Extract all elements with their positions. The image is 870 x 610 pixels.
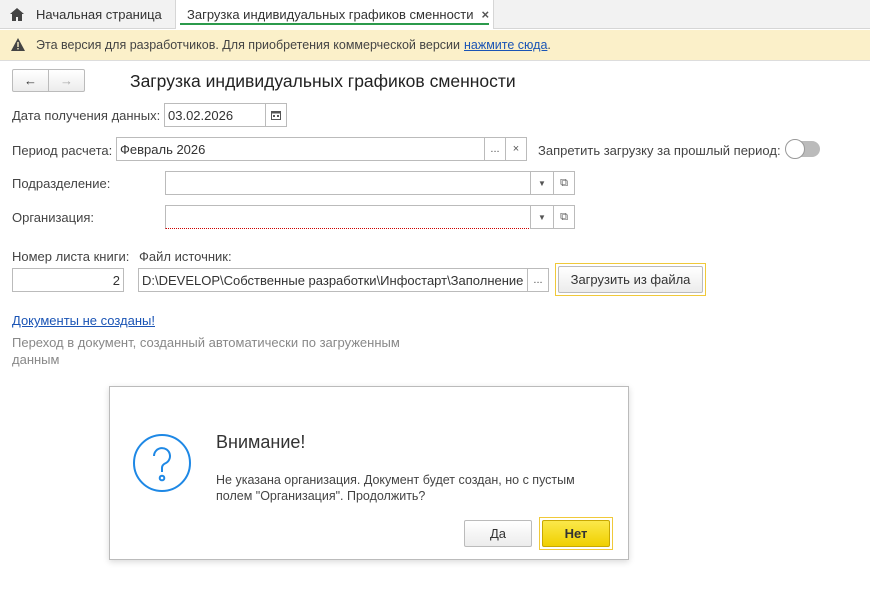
tab-label: Начальная страница <box>36 7 162 22</box>
tab-home[interactable]: Начальная страница <box>10 0 173 29</box>
tab-label: Загрузка индивидуальных графиков сменнос… <box>187 7 474 22</box>
dialog-title: Внимание! <box>216 432 306 452</box>
active-tab-indicator <box>180 23 489 25</box>
sheet-input[interactable]: 2 <box>12 268 124 292</box>
forbid-label: Запретить загрузку за прошлый период: <box>538 143 781 158</box>
file-label: Файл источник: <box>139 249 232 264</box>
developer-banner: Эта версия для разработчиков. Для приобр… <box>0 30 870 61</box>
department-dropdown-button[interactable]: ▼ <box>530 171 554 195</box>
period-input[interactable]: Февраль 2026 <box>116 137 486 161</box>
home-icon <box>10 8 24 21</box>
load-from-file-button[interactable]: Загрузить из файла <box>558 266 703 293</box>
documents-link[interactable]: Документы не созданы! <box>12 313 155 328</box>
yes-button[interactable]: Да <box>464 520 532 547</box>
open-icon: ⧉ <box>560 210 568 223</box>
calendar-button[interactable] <box>265 103 287 127</box>
calendar-icon <box>271 111 281 120</box>
page-title: Загрузка индивидуальных графиков сменнос… <box>130 71 516 91</box>
department-input[interactable] <box>165 171 531 195</box>
hint-text: Переход в документ, созданный автоматиче… <box>12 335 400 367</box>
close-icon[interactable]: × <box>482 7 490 22</box>
forward-button[interactable]: → <box>48 69 85 92</box>
organization-label: Организация: <box>12 210 95 225</box>
forbid-toggle[interactable] <box>785 139 820 159</box>
tab-schedule-import[interactable]: Загрузка индивидуальных графиков сменнос… <box>175 0 494 29</box>
no-button[interactable]: Нет <box>542 520 610 547</box>
buy-link[interactable]: нажмите сюда <box>464 38 547 52</box>
period-select-button[interactable]: ... <box>484 137 506 161</box>
file-input[interactable]: D:\DEVELOP\Собственные разработки\Инфост… <box>138 268 528 292</box>
open-icon: ⧉ <box>560 176 568 189</box>
department-open-button[interactable]: ⧉ <box>553 171 575 195</box>
sheet-label: Номер листа книги: <box>12 249 130 264</box>
warning-dialog: Внимание! Не указана организация. Докуме… <box>109 386 629 560</box>
date-label: Дата получения данных: <box>12 108 161 123</box>
period-clear-button[interactable]: × <box>505 137 527 161</box>
date-input[interactable]: 03.02.2026 <box>164 103 266 127</box>
back-button[interactable]: ← <box>12 69 49 92</box>
dialog-message: Не указана организация. Документ будет с… <box>216 473 575 503</box>
chevron-down-icon: ▼ <box>538 212 546 222</box>
toggle-knob <box>785 139 805 159</box>
file-select-button[interactable]: ... <box>527 268 549 292</box>
banner-text: Эта версия для разработчиков. Для приобр… <box>36 38 460 52</box>
organization-open-button[interactable]: ⧉ <box>553 205 575 229</box>
organization-input[interactable] <box>165 205 531 229</box>
period-label: Период расчета: <box>12 143 113 158</box>
chevron-down-icon: ▼ <box>538 178 546 188</box>
department-label: Подразделение: <box>12 176 111 191</box>
banner-suffix: . <box>547 38 551 52</box>
question-icon <box>133 434 191 492</box>
warning-icon <box>11 38 25 51</box>
organization-dropdown-button[interactable]: ▼ <box>530 205 554 229</box>
